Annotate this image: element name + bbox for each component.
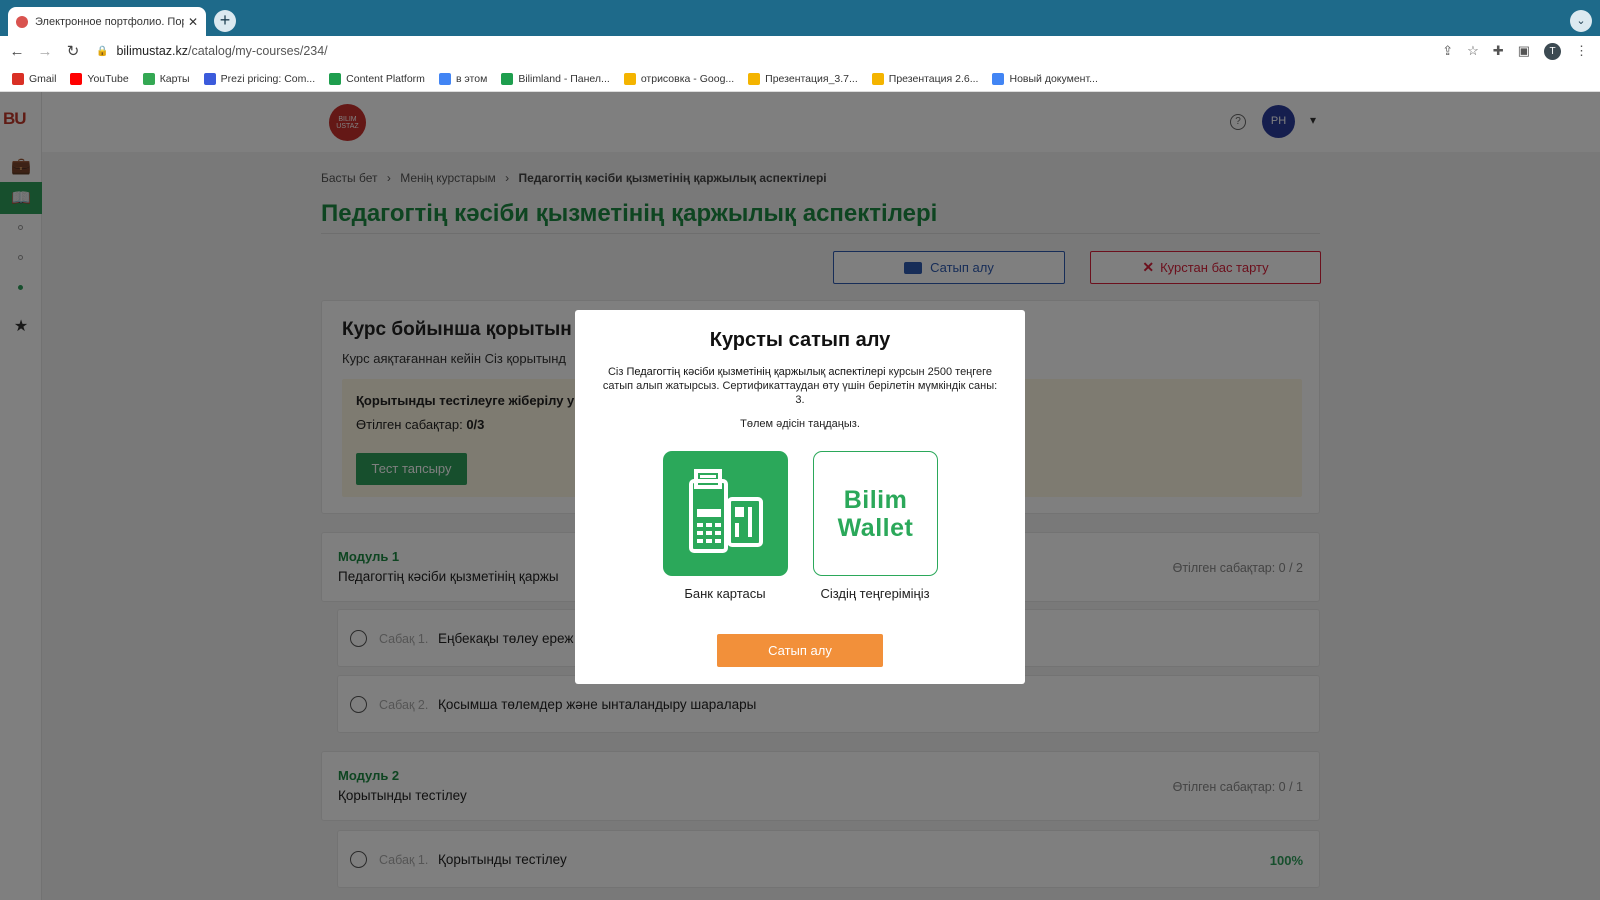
bookmark-item[interactable]: YouTube bbox=[70, 72, 129, 85]
browser-menu-icon[interactable]: ⋮ bbox=[1575, 43, 1588, 59]
bookmark-label: отрисовка - Goog... bbox=[640, 72, 735, 85]
bookmark-item[interactable]: Новый документ... bbox=[992, 72, 1098, 85]
url-domain: bilimustaz.kz bbox=[116, 44, 188, 58]
share-icon[interactable]: ⇪ bbox=[1442, 43, 1453, 59]
close-tab-icon[interactable]: ✕ bbox=[188, 15, 198, 29]
address-bar: ← → ↻ 🔒 bilimustaz.kz/catalog/my-courses… bbox=[0, 36, 1600, 66]
wallet-logo-line2: Wallet bbox=[837, 514, 914, 542]
purchase-modal: Курсты сатып алу Сіз Педагогтің кәсіби қ… bbox=[575, 310, 1025, 684]
extensions-icon[interactable]: ✚ bbox=[1493, 43, 1504, 59]
modal-buy-button[interactable]: Сатып алу bbox=[717, 634, 883, 667]
forward-icon[interactable]: → bbox=[34, 43, 56, 60]
bookmark-icon bbox=[12, 72, 24, 85]
bookmark-icon bbox=[142, 72, 155, 85]
payment-method-prompt: Төлем әдісін таңдаңыз. bbox=[740, 418, 860, 430]
modal-title: Курсты сатып алу bbox=[709, 329, 891, 351]
bookmark-label: Новый документ... bbox=[1009, 72, 1098, 85]
modal-description: Сіз Педагогтің кәсіби қызметінің қаржылы… bbox=[597, 365, 1003, 407]
bookmark-item[interactable]: в этом bbox=[438, 72, 488, 85]
pos-terminal-icon bbox=[689, 469, 763, 553]
site-favicon-icon bbox=[16, 15, 28, 28]
bookmark-label: Bilimland - Панел... bbox=[518, 72, 610, 85]
browser-tab[interactable]: Электронное портфолио. Пор ✕ bbox=[8, 7, 206, 36]
bookmark-item[interactable]: Prezi pricing: Com... bbox=[203, 72, 316, 85]
lock-icon: 🔒 bbox=[96, 45, 109, 57]
bookmark-icon bbox=[748, 72, 761, 85]
bookmark-icon bbox=[992, 72, 1005, 85]
wallet-label: Сіздің теңгеріміңіз bbox=[820, 586, 930, 601]
bookmark-item[interactable]: Карты bbox=[142, 72, 190, 85]
side-panel-icon[interactable]: ▣ bbox=[1518, 43, 1530, 59]
bookmark-label: Gmail bbox=[29, 72, 57, 85]
bookmark-icon bbox=[329, 72, 342, 85]
bookmark-label: Презентация 2.6... bbox=[888, 72, 979, 85]
tab-search-button[interactable]: ⌄ bbox=[1570, 10, 1592, 32]
bookmark-label: Content Platform bbox=[346, 72, 425, 85]
bank-card-label: Банк картасы bbox=[684, 586, 766, 601]
bookmark-label: в этом bbox=[455, 72, 488, 85]
bookmark-icon bbox=[438, 72, 451, 85]
bookmark-item[interactable]: Content Platform bbox=[329, 72, 425, 85]
tab-title: Электронное портфолио. Пор bbox=[35, 15, 184, 28]
bookmark-label: YouTube bbox=[87, 72, 129, 85]
bookmark-item[interactable]: отрисовка - Goog... bbox=[623, 72, 735, 85]
url-path: /catalog/my-courses/234/ bbox=[188, 44, 328, 58]
new-tab-button[interactable]: + bbox=[214, 10, 236, 32]
bookmark-item[interactable]: Bilimland - Панел... bbox=[501, 72, 610, 85]
bookmark-label: Карты bbox=[159, 72, 190, 85]
bookmark-icon bbox=[871, 72, 884, 85]
bank-card-option[interactable] bbox=[663, 451, 788, 576]
profile-avatar[interactable]: T bbox=[1544, 42, 1561, 60]
desc-course-name: Педагогтің кәсіби қызметінің қаржылық ас… bbox=[626, 366, 886, 378]
bookmark-label: Презентация_3.7... bbox=[765, 72, 858, 85]
bookmark-icon bbox=[70, 72, 83, 85]
desc-prefix: Сіз bbox=[607, 366, 624, 378]
bookmark-star-icon[interactable]: ☆ bbox=[1467, 43, 1479, 59]
bookmark-icon bbox=[623, 72, 636, 85]
bookmark-item[interactable]: Gmail bbox=[12, 72, 57, 85]
reload-icon[interactable]: ↻ bbox=[62, 42, 84, 60]
bilim-wallet-option[interactable]: Bilim Wallet bbox=[813, 451, 938, 576]
bookmark-item[interactable]: Презентация_3.7... bbox=[748, 72, 858, 85]
bookmark-icon bbox=[203, 72, 216, 85]
bookmark-item[interactable]: Презентация 2.6... bbox=[871, 72, 979, 85]
bookmark-label: Prezi pricing: Com... bbox=[220, 72, 316, 85]
back-icon[interactable]: ← bbox=[6, 43, 28, 60]
bookmarks-bar: Gmail YouTube Карты Prezi pricing: Com... Co… bbox=[0, 66, 1600, 92]
wallet-logo-line1: Bilim bbox=[843, 486, 908, 514]
url-field[interactable]: 🔒 bilimustaz.kz/catalog/my-courses/234/ bbox=[96, 39, 1442, 63]
browser-tab-bar: Электронное портфолио. Пор ✕ + ⌄ bbox=[0, 0, 1600, 36]
bookmark-icon bbox=[501, 72, 514, 85]
